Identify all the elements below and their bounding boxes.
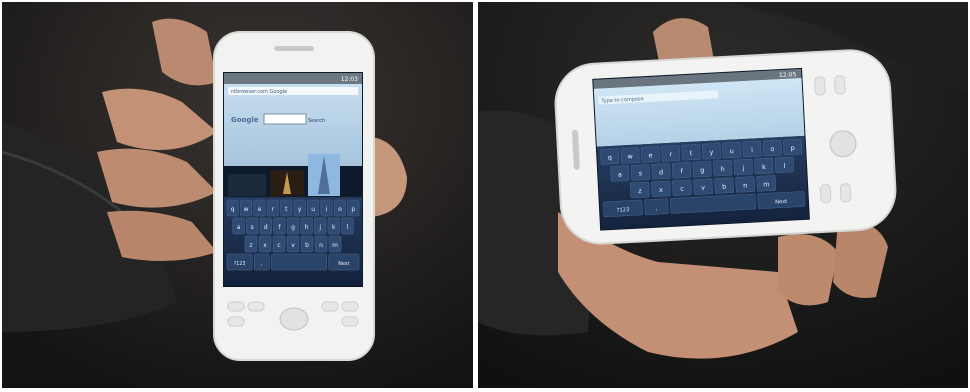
call-button[interactable] xyxy=(227,301,245,312)
key-label: h xyxy=(720,165,725,173)
key-label: j xyxy=(318,224,321,231)
key-label: o xyxy=(770,145,774,153)
key-label: y xyxy=(298,206,302,213)
key-label: v xyxy=(701,184,705,192)
thumbnail xyxy=(228,174,266,196)
browser-page xyxy=(224,84,362,166)
key-label: ?123 xyxy=(234,261,246,267)
key-label: p xyxy=(351,206,355,213)
key-label: a xyxy=(618,170,622,178)
key-label: d xyxy=(659,168,664,176)
key-label: e xyxy=(258,206,262,213)
status-time: 12:03 xyxy=(341,76,358,83)
key-label: n xyxy=(743,181,748,189)
key-label: x xyxy=(659,186,663,194)
landscape-photo-svg: 12:05 Type to compose q w e r t y u i o pa s d f g h j k… xyxy=(478,2,968,388)
key-label: g xyxy=(700,166,705,174)
key-label: z xyxy=(249,242,252,249)
key-label: w xyxy=(244,206,249,213)
key-label: x xyxy=(263,242,267,249)
key-label: b xyxy=(305,242,309,249)
back-button[interactable] xyxy=(839,183,852,203)
portrait-phone-photo: 12:03 ntbrowser.com Google Search Google… xyxy=(2,2,473,388)
key-label: a xyxy=(237,224,241,231)
search-input[interactable] xyxy=(263,113,307,125)
key-label: Next xyxy=(775,199,787,206)
key-label: m xyxy=(332,242,338,249)
back-button[interactable] xyxy=(341,301,359,312)
earpiece xyxy=(274,46,314,51)
home-button[interactable] xyxy=(834,75,846,95)
key-label: o xyxy=(338,206,342,213)
landscape-phone-photo: 12:05 Type to compose qwertyuiopasdfghjk… xyxy=(478,2,968,388)
trackball[interactable] xyxy=(279,307,309,331)
key-label: q xyxy=(231,206,235,213)
key-label: u xyxy=(729,147,734,155)
key-label: q xyxy=(608,153,613,161)
key-label: k xyxy=(332,224,336,231)
search-button[interactable]: Search xyxy=(308,118,325,124)
key-label: g xyxy=(291,224,295,231)
status-time: 12:05 xyxy=(779,71,797,79)
key-label: p xyxy=(790,144,795,152)
home-button[interactable] xyxy=(247,301,265,312)
key-label: m xyxy=(763,180,770,188)
compose-area xyxy=(593,77,805,147)
key-label: ?123 xyxy=(617,207,630,214)
key-label: c xyxy=(277,242,280,249)
finger xyxy=(778,234,838,306)
key-label: b xyxy=(722,182,727,190)
space-key[interactable] xyxy=(271,253,328,271)
key-label: k xyxy=(762,163,766,171)
url-text: ntbrowser.com Google xyxy=(231,89,287,95)
menu-button[interactable] xyxy=(321,301,339,312)
key-label: Next xyxy=(338,261,349,267)
key-label: h xyxy=(305,224,309,231)
search-key-button[interactable] xyxy=(341,316,359,327)
photo-collage: 12:03 ntbrowser.com Google Search Google… xyxy=(0,0,970,392)
key-label: n xyxy=(319,242,323,249)
key-label: u xyxy=(311,206,315,213)
logo-text: Google xyxy=(231,116,259,124)
call-button[interactable] xyxy=(814,76,826,96)
key-label: v xyxy=(291,242,295,249)
portrait-photo-svg: 12:03 ntbrowser.com Google Search Google… xyxy=(2,2,473,388)
key-label: e xyxy=(648,151,652,159)
end-call-button[interactable] xyxy=(227,316,245,327)
key-label: y xyxy=(709,148,713,156)
key-label: s xyxy=(251,224,254,231)
menu-button[interactable] xyxy=(819,184,832,204)
key-label: d xyxy=(264,224,268,231)
